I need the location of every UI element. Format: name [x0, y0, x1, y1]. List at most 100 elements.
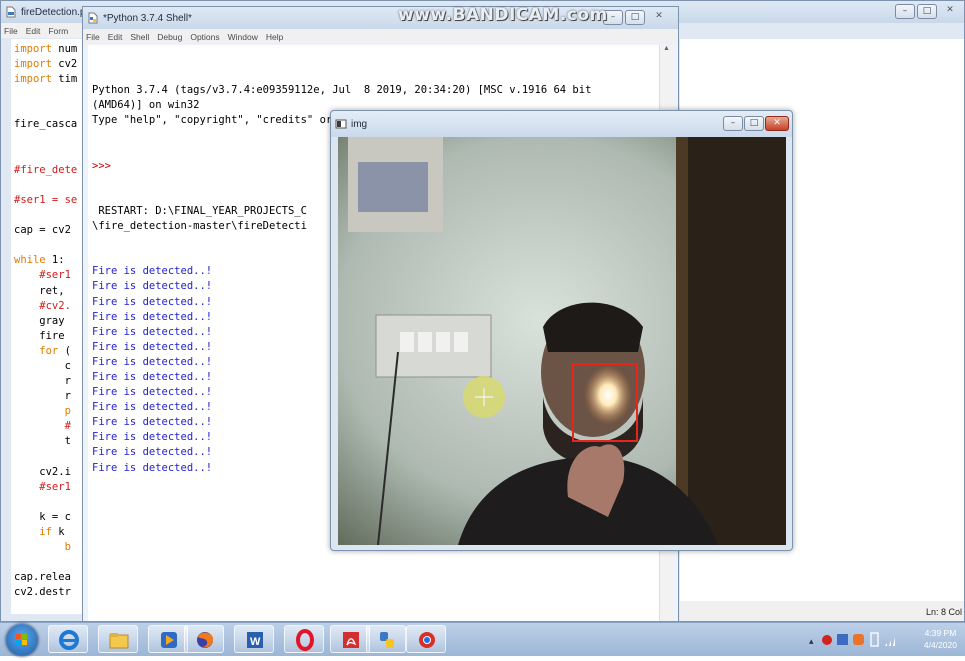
bandicam-record-icon[interactable] [822, 635, 832, 645]
scroll-up-arrow-icon[interactable]: ▲ [660, 45, 673, 58]
svg-text:W: W [250, 636, 261, 648]
editor-code-line: r [14, 389, 89, 404]
taskbar-media-player[interactable] [148, 625, 188, 653]
shell-close-button[interactable]: ✕ [647, 10, 671, 25]
editor-menu-edit[interactable]: Edit [26, 26, 41, 36]
taskbar-internet-explorer[interactable] [48, 625, 88, 653]
img-window[interactable]: img – □ ✕ [330, 110, 793, 551]
shell-menu-options[interactable]: Options [190, 32, 219, 42]
editor-code-line: import tim [14, 72, 89, 87]
editor-code-token: c [14, 359, 71, 372]
editor-code-line: import num [14, 42, 89, 57]
editor-code-token: for [14, 344, 59, 357]
editor-code-line: #cv2. [14, 299, 89, 314]
editor-code-line [14, 178, 89, 193]
editor-code-line: b [14, 540, 89, 555]
editor-code-line: while 1: [14, 253, 89, 268]
taskbar-acrobat[interactable] [330, 625, 370, 653]
word-icon: W [247, 632, 263, 648]
taskbar-clock[interactable]: 4:39 PM 4/4/2020 [924, 627, 957, 651]
editor-code-token: b [14, 541, 71, 554]
editor-code-line [14, 148, 89, 163]
editor-code-token: 1: [45, 254, 65, 267]
editor-code-line: gray [14, 314, 89, 329]
editor-code-line [14, 102, 89, 117]
editor-code-token: # [14, 420, 71, 433]
windows-logo-icon [16, 634, 27, 645]
editor-code-line: ret, [14, 284, 89, 299]
editor-code-line: p [14, 404, 89, 419]
img-minimize-button[interactable]: – [723, 116, 743, 131]
editor-status-bar: Ln: 8 Col [680, 601, 964, 621]
editor-code-token: p [14, 405, 71, 418]
folder-icon [109, 633, 129, 649]
editor-code-token: ( [58, 344, 71, 357]
tray-expand-icon[interactable]: ▴ [809, 637, 814, 647]
editor-maximize-button[interactable]: □ [917, 4, 937, 19]
taskbar-word[interactable]: W [234, 625, 274, 653]
editor-close-button[interactable]: ✕ [939, 4, 961, 19]
editor-code-line: import cv2 [14, 57, 89, 72]
taskbar-python[interactable] [366, 625, 406, 653]
clock-time: 4:39 PM [924, 628, 957, 638]
editor-code-token: cv2 [51, 58, 78, 71]
editor-code-token: fire_casca [14, 118, 78, 131]
battery-icon[interactable] [870, 632, 879, 647]
editor-line-col: Ln: 8 Col [925, 607, 962, 617]
img-close-button[interactable]: ✕ [765, 116, 789, 131]
chrome-icon [419, 632, 435, 648]
shell-menu-window[interactable]: Window [228, 32, 258, 42]
shell-menu-edit[interactable]: Edit [108, 32, 123, 42]
taskbar-opera[interactable] [284, 625, 324, 653]
editor-code-line: cv2.destr [14, 585, 89, 600]
taskbar-firefox[interactable] [184, 625, 224, 653]
editor-code-token: if [14, 526, 52, 538]
editor-code-line: cap.relea [14, 570, 89, 585]
editor-code-line [14, 133, 89, 148]
editor-code-token: num [51, 43, 78, 55]
python-file-icon [5, 6, 17, 18]
shell-prompt: >>> [92, 159, 118, 172]
img-maximize-button[interactable]: □ [744, 116, 764, 131]
editor-code-line [14, 555, 89, 570]
editor-code-line: #ser1 = se [14, 193, 89, 208]
shell-menu-debug[interactable]: Debug [157, 32, 182, 42]
editor-menu-file[interactable]: File [4, 26, 18, 36]
tray-app-icon[interactable] [837, 634, 848, 645]
editor-code-token: #ser1 [14, 480, 71, 493]
editor-code-line: for ( [14, 344, 89, 359]
editor-menubar: File Edit Form [1, 23, 83, 38]
tray-update-icon[interactable] [853, 634, 864, 645]
signal-icon[interactable] [885, 637, 895, 646]
python-shell-icon [87, 12, 99, 24]
shell-menu-file[interactable]: File [86, 32, 100, 42]
window-app-icon [335, 118, 347, 130]
shell-maximize-button[interactable]: □ [625, 10, 645, 25]
editor-code-line [14, 495, 89, 510]
editor-code-line: r [14, 374, 89, 389]
editor-code-token: k [51, 526, 71, 538]
editor-code-token: t [14, 435, 71, 448]
editor-code-line: if k [14, 525, 89, 540]
editor-code-line: cap = cv2 [14, 223, 89, 238]
shell-menu-help[interactable]: Help [266, 32, 283, 42]
internet-explorer-icon [59, 630, 79, 650]
editor-code-token: k = c [14, 510, 71, 523]
clock-date: 4/4/2020 [923, 640, 957, 650]
editor-code-line [14, 450, 89, 465]
editor-code-token: #fire_dete [14, 163, 78, 176]
taskbar: W ▴ 4:39 PM 4/4/2020 [0, 622, 965, 656]
taskbar-chrome[interactable] [406, 625, 446, 653]
firefox-icon [197, 632, 214, 648]
editor-code-token: gray [14, 314, 71, 327]
shell-menu-shell[interactable]: Shell [130, 32, 149, 42]
editor-code-line: k = c [14, 510, 89, 525]
editor-minimize-button[interactable]: – [895, 4, 915, 19]
editor-code-line: #ser1 [14, 480, 89, 495]
python-icon [380, 632, 394, 648]
start-button[interactable] [6, 624, 38, 656]
editor-menu-format[interactable]: Form [48, 26, 68, 36]
editor-code-line [14, 208, 89, 223]
taskbar-file-explorer[interactable] [98, 625, 138, 653]
editor-code-area[interactable]: import num import cv2 import tim fire_casc… [11, 39, 89, 614]
